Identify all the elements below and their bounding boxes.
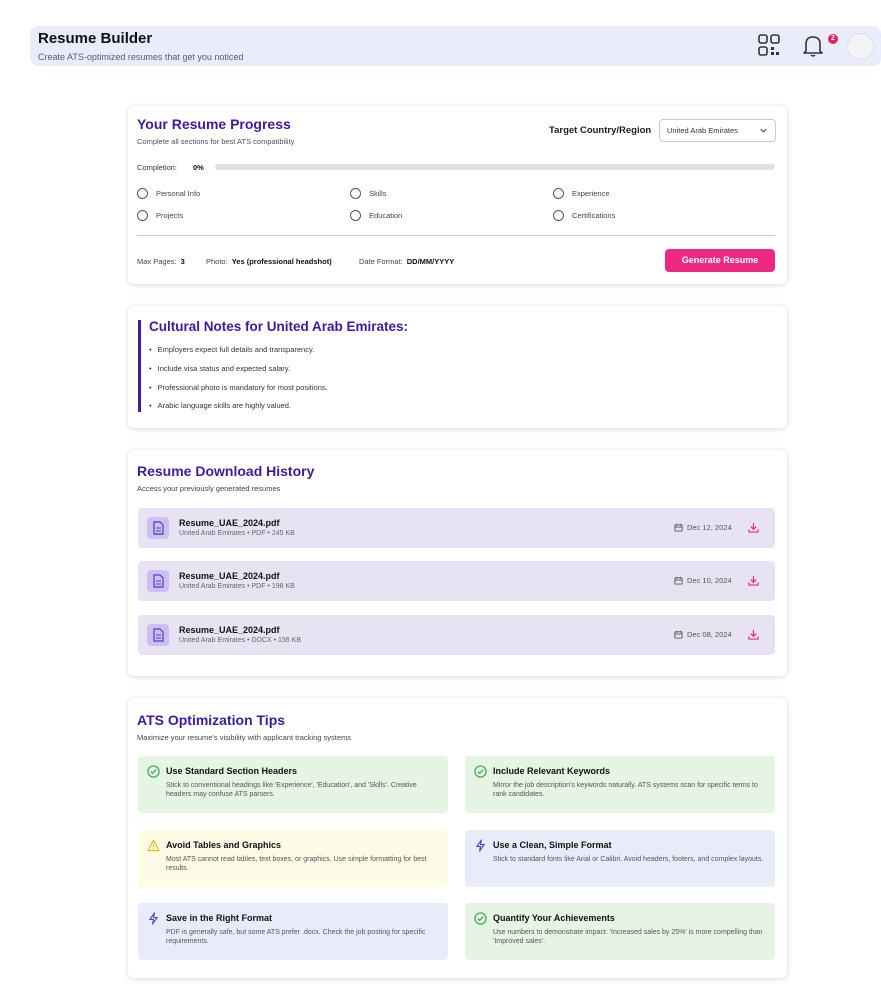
generate-resume-button[interactable]: Generate Resume xyxy=(665,249,775,272)
download-icon[interactable] xyxy=(748,522,759,533)
tip-text: Stick to standard fonts like Arial or Ca… xyxy=(493,856,764,863)
avatar[interactable] xyxy=(847,33,874,60)
accent-bar xyxy=(138,320,141,412)
tip-text: Mirror the job description's keywords na… xyxy=(493,782,758,799)
download-icon[interactable] xyxy=(748,629,759,640)
completion-value: 0% xyxy=(193,163,204,172)
file-date: Dec 08, 2024 xyxy=(674,630,732,639)
section-personal-info[interactable]: Personal Info xyxy=(137,188,200,199)
section-experience[interactable]: Experience xyxy=(553,188,610,199)
tip-text: Stick to conventional headings like 'Exp… xyxy=(166,782,417,799)
tip-text: Use numbers to demonstrate impact: 'Incr… xyxy=(493,929,763,946)
radio-icon xyxy=(137,210,148,221)
divider xyxy=(137,235,775,236)
history-title: Resume Download History xyxy=(137,463,315,479)
history-subtitle: Access your previously generated resumes xyxy=(137,484,281,493)
file-name: Resume_UAE_2024.pdf xyxy=(179,518,280,528)
progress-title: Your Resume Progress xyxy=(137,116,291,132)
app-header: Resume Builder Create ATS-optimized resu… xyxy=(30,26,881,66)
document-icon xyxy=(147,624,169,646)
completion-progress-bar xyxy=(215,164,775,170)
completion-label: Completion: xyxy=(137,163,178,172)
tip-text: Most ATS cannot read tables, text boxes,… xyxy=(166,856,427,873)
notification-badge: 2 xyxy=(828,34,838,44)
cultural-note-item: Arabic language skills are highly valued… xyxy=(149,401,291,410)
max-pages-info: Max Pages: 3 xyxy=(137,257,185,266)
photo-info: Photo: Yes (professional headshot) xyxy=(206,257,332,266)
file-meta: United Arab Emirates • PDF • 198 KB xyxy=(179,583,295,590)
resume-progress-card: Your Resume Progress Complete all sectio… xyxy=(128,106,787,284)
file-date: Dec 10, 2024 xyxy=(674,576,732,585)
radio-icon xyxy=(350,210,361,221)
target-country-label: Target Country/Region xyxy=(549,125,652,136)
target-country-select[interactable]: United Arab Emirates xyxy=(659,119,776,142)
file-meta: United Arab Emirates • DOCX • 156 KB xyxy=(179,637,302,644)
section-education[interactable]: Education xyxy=(350,210,402,221)
tip-card: Avoid Tables and Graphics Most ATS canno… xyxy=(138,830,448,887)
check-circle-icon xyxy=(474,912,487,925)
qr-code-icon[interactable] xyxy=(756,32,782,58)
download-icon[interactable] xyxy=(748,575,759,586)
file-name: Resume_UAE_2024.pdf xyxy=(179,625,280,635)
cultural-note-item: Include visa status and expected salary. xyxy=(149,364,290,373)
radio-icon xyxy=(553,188,564,199)
cultural-note-item: Professional photo is mandatory for most… xyxy=(149,383,328,392)
tip-card: Save in the Right Format PDF is generall… xyxy=(138,903,448,960)
check-circle-icon xyxy=(147,765,160,778)
tips-title: ATS Optimization Tips xyxy=(137,712,286,728)
app-title: Resume Builder xyxy=(38,30,153,47)
history-row[interactable]: Resume_UAE_2024.pdf United Arab Emirates… xyxy=(138,508,775,548)
cultural-notes-title: Cultural Notes for United Arab Emirates: xyxy=(149,319,409,334)
calendar-icon xyxy=(674,576,683,585)
target-country-value: United Arab Emirates xyxy=(667,126,738,135)
file-date: Dec 12, 2024 xyxy=(674,523,732,532)
tip-card: Use a Clean, Simple Format Stick to stan… xyxy=(465,830,775,887)
section-projects[interactable]: Projects xyxy=(137,210,183,221)
download-history-card: Resume Download History Access your prev… xyxy=(128,450,787,676)
tip-title: Quantify Your Achievements xyxy=(493,913,615,923)
ats-tips-card: ATS Optimization Tips Maximize your resu… xyxy=(128,698,787,978)
cultural-notes-card: Cultural Notes for United Arab Emirates:… xyxy=(128,306,787,428)
radio-icon xyxy=(350,188,361,199)
chevron-down-icon xyxy=(760,128,767,133)
tip-card: Include Relevant Keywords Mirror the job… xyxy=(465,756,775,813)
cultural-note-item: Employers expect full details and transp… xyxy=(149,345,315,354)
tip-card: Use Standard Section Headers Stick to co… xyxy=(138,756,448,813)
lightning-icon xyxy=(149,912,158,925)
radio-icon xyxy=(137,188,148,199)
file-name: Resume_UAE_2024.pdf xyxy=(179,571,280,581)
tips-subtitle: Maximize your resume's visibility with a… xyxy=(137,733,351,742)
tip-title: Avoid Tables and Graphics xyxy=(166,840,282,850)
tip-title: Save in the Right Format xyxy=(166,913,273,923)
date-format-info: Date Format: DD/MM/YYYY xyxy=(359,257,455,266)
tip-title: Use a Clean, Simple Format xyxy=(493,840,612,850)
section-certifications[interactable]: Certifications xyxy=(553,210,615,221)
tip-title: Use Standard Section Headers xyxy=(166,766,298,776)
calendar-icon xyxy=(674,523,683,532)
check-circle-icon xyxy=(474,765,487,778)
bell-icon[interactable] xyxy=(800,32,826,58)
history-row[interactable]: Resume_UAE_2024.pdf United Arab Emirates… xyxy=(138,615,775,655)
lightning-icon xyxy=(476,839,485,852)
section-skills[interactable]: Skills xyxy=(350,188,387,199)
radio-icon xyxy=(553,210,564,221)
warning-icon xyxy=(147,839,160,852)
tip-card: Quantify Your Achievements Use numbers t… xyxy=(465,903,775,960)
calendar-icon xyxy=(674,630,683,639)
document-icon xyxy=(147,570,169,592)
document-icon xyxy=(147,517,169,539)
tip-title: Include Relevant Keywords xyxy=(493,766,611,776)
app-subtitle: Create ATS-optimized resumes that get yo… xyxy=(38,52,244,62)
progress-subtitle: Complete all sections for best ATS compa… xyxy=(137,137,295,146)
tip-text: PDF is generally safe, but some ATS pref… xyxy=(166,929,426,946)
history-row[interactable]: Resume_UAE_2024.pdf United Arab Emirates… xyxy=(138,561,775,601)
file-meta: United Arab Emirates • PDF • 245 KB xyxy=(179,530,295,537)
